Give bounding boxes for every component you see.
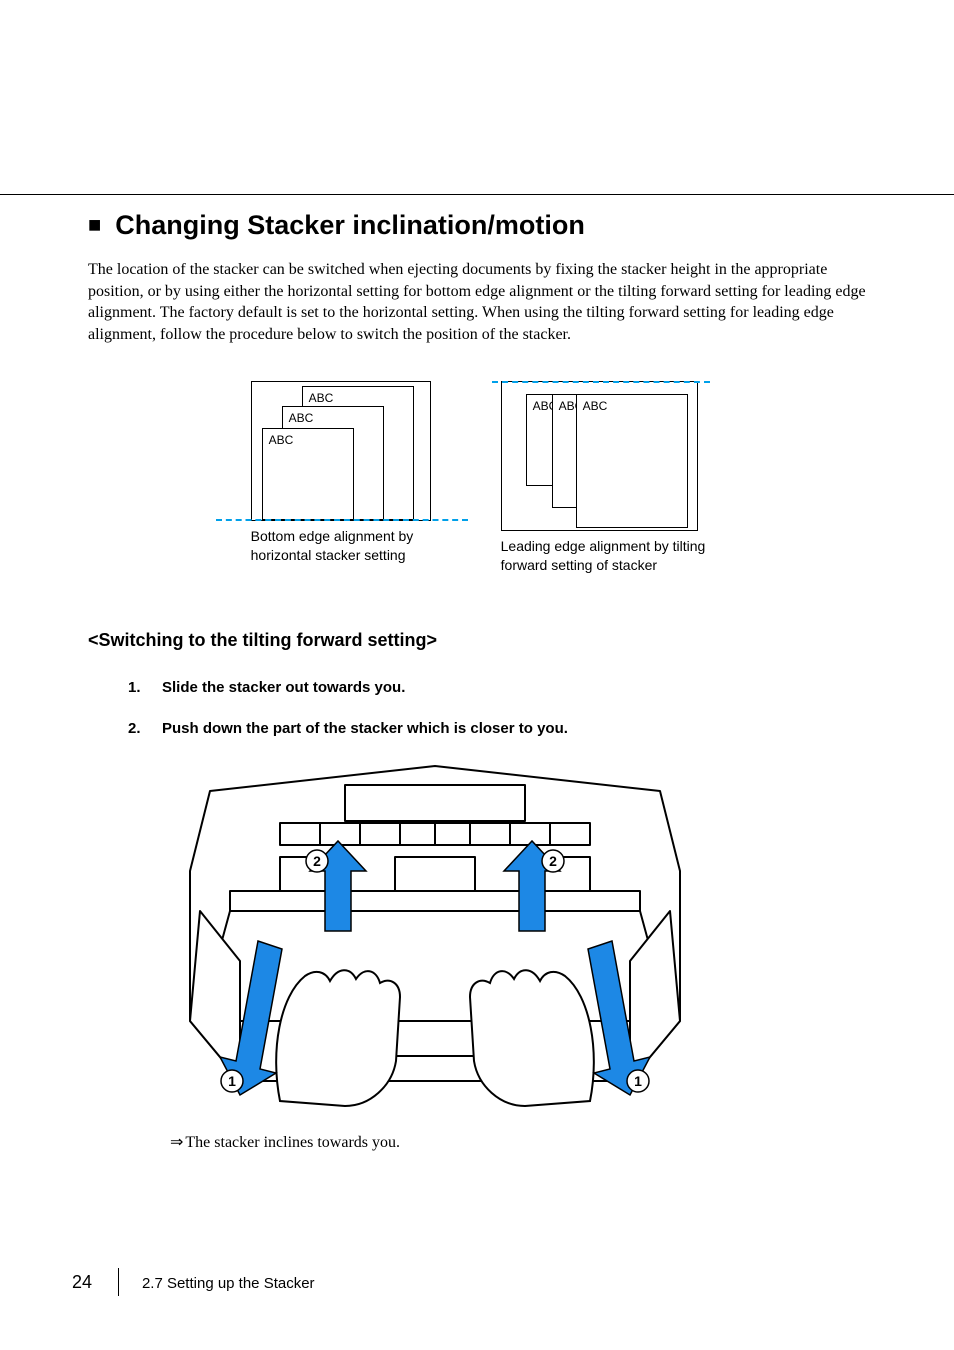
step-text: Push down the part of the stacker which … [162, 720, 568, 737]
marker-two: 2 [549, 853, 557, 869]
figure-caption: Bottom edge alignment by [251, 527, 431, 545]
heading-text: Changing Stacker inclination/motion [115, 210, 585, 240]
marker-one: 1 [634, 1073, 642, 1089]
step-text: Slide the stacker out towards you. [162, 679, 405, 696]
sheet-label: ABC [289, 411, 314, 425]
step-number: 1. [128, 679, 162, 696]
intro-paragraph: The location of the stacker can be switc… [88, 259, 868, 345]
step-number: 2. [128, 720, 162, 737]
figure-caption: forward setting of stacker [501, 556, 706, 574]
marker-one: 1 [228, 1073, 236, 1089]
result-arrow-icon: ⇒ [170, 1134, 183, 1151]
sheet-label: ABC [583, 399, 608, 413]
sheet-label: ABC [269, 433, 294, 447]
top-rule [0, 194, 954, 195]
step-1: 1.Slide the stacker out towards you. [128, 679, 868, 696]
section-heading: ■Changing Stacker inclination/motion [88, 210, 868, 241]
result-text: The stacker inclines towards you. [185, 1134, 400, 1151]
scanner-illustration: 2 2 1 1 [170, 761, 868, 1116]
figure-caption: horizontal stacker setting [251, 546, 431, 564]
sheet-label: ABC [309, 391, 334, 405]
alignment-line-icon [216, 519, 468, 521]
footer-section: 2.7 Setting up the Stacker [142, 1275, 315, 1292]
result-line: ⇒The stacker inclines towards you. [170, 1132, 868, 1152]
page-number: 24 [72, 1272, 92, 1293]
figure-leading-edge: ABC ABC ABC Leading edge alignment by ti… [501, 381, 706, 573]
figure-bottom-edge: ABC ABC ABC Bottom edge alignment by hor… [251, 381, 431, 573]
alignment-line-icon [492, 381, 710, 383]
figure-caption: Leading edge alignment by tilting [501, 537, 706, 555]
procedure-subheading: <Switching to the tilting forward settin… [88, 630, 868, 651]
page-footer: 24 2.7 Setting up the Stacker [72, 1268, 315, 1296]
marker-two: 2 [313, 853, 321, 869]
step-2: 2.Push down the part of the stacker whic… [128, 720, 868, 737]
footer-divider-icon [118, 1268, 119, 1296]
